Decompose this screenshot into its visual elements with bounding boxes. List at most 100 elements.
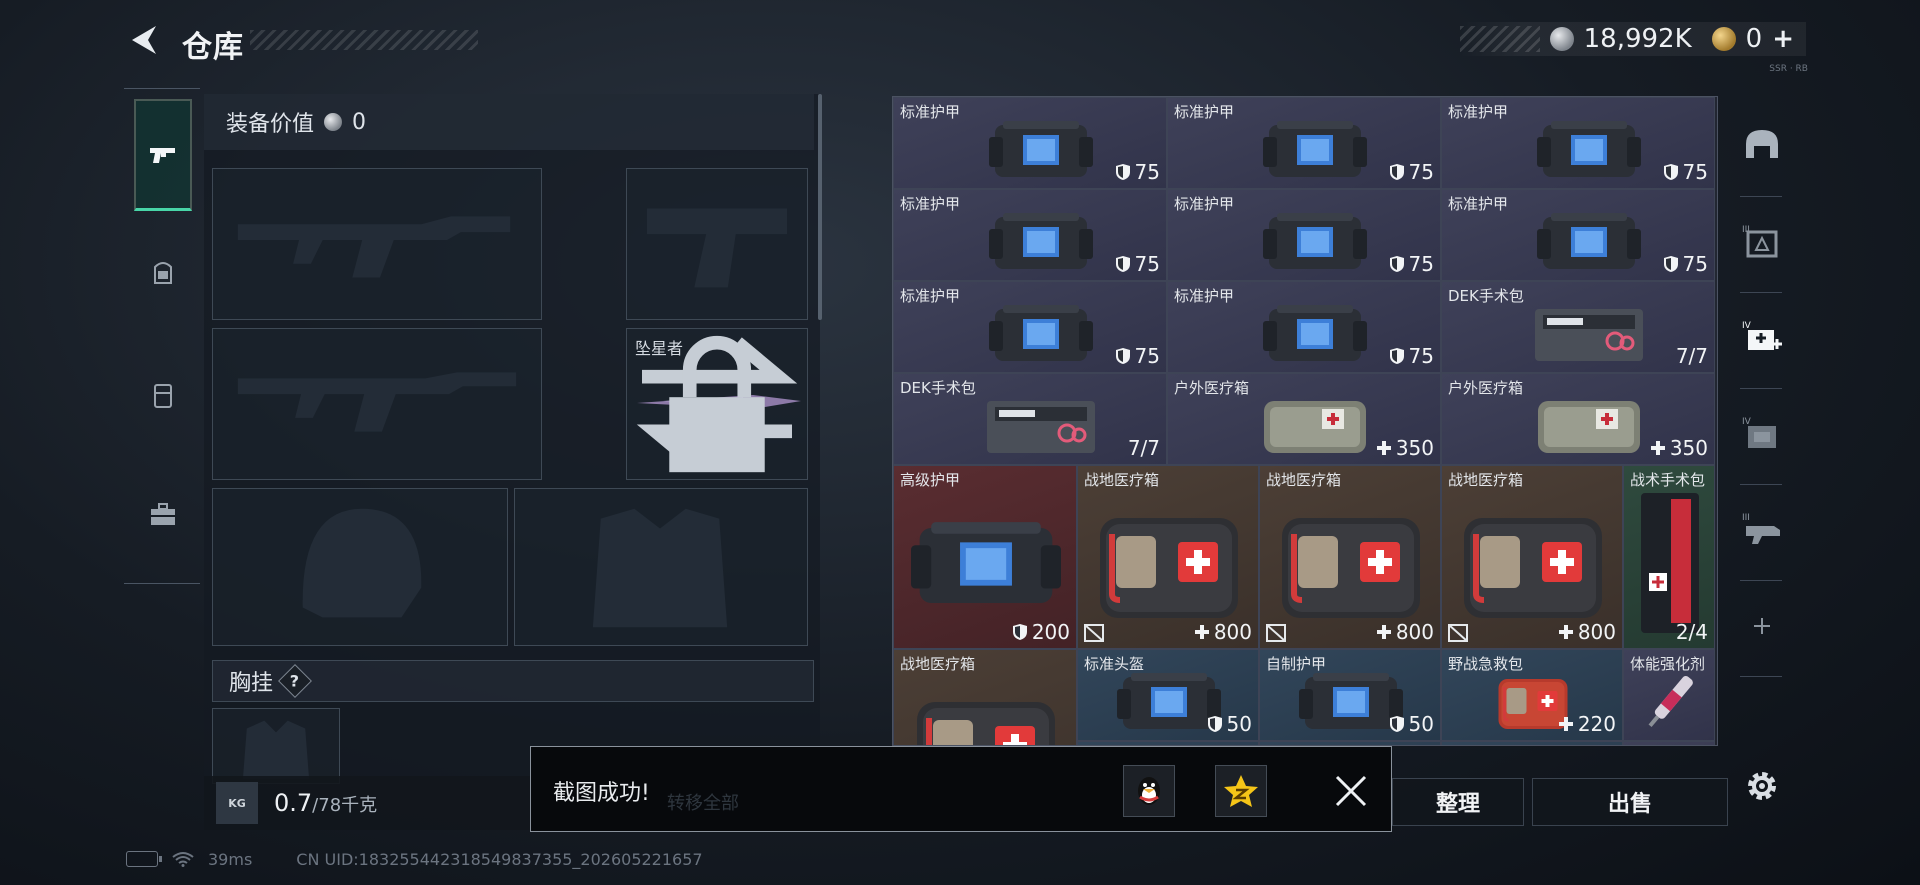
inventory-item[interactable]: 战术手术包: [1441, 741, 1623, 745]
inventory-item[interactable]: 标准护甲 75: [1167, 189, 1441, 281]
item-name: 战地医疗箱: [900, 655, 976, 673]
share-qzone-button[interactable]: [1215, 765, 1267, 817]
inventory-item[interactable]: 标准护甲 75: [893, 189, 1167, 281]
inventory-item[interactable]: 户外医疗箱 350: [1167, 373, 1441, 465]
filter-divider: [1740, 388, 1782, 389]
add-icon: [1754, 618, 1770, 634]
lock-icon: [669, 335, 765, 473]
item-value: 200: [1012, 620, 1070, 644]
item-name: 高级护甲: [900, 471, 961, 489]
sort-button[interactable]: 整理: [1392, 778, 1524, 826]
helmet-filter-icon: [1746, 130, 1778, 158]
inventory-item[interactable]: 标准护甲 75: [893, 97, 1167, 189]
inventory-item[interactable]: 高级护甲 200: [893, 465, 1077, 649]
category-tab-backpack[interactable]: [134, 339, 192, 451]
inventory-item[interactable]: 体能强化剂: [1623, 741, 1715, 745]
helmet-slot[interactable]: [212, 488, 508, 646]
filter-armor-tier3[interactable]: III: [1734, 200, 1790, 284]
item-value-text: 800: [1395, 620, 1434, 644]
filter-divider: [1740, 292, 1782, 293]
weight-value: 0.7: [274, 789, 313, 817]
category-tab-weapon[interactable]: [134, 99, 192, 211]
item-image: [1537, 115, 1641, 188]
share-qq-button[interactable]: [1123, 765, 1175, 817]
item-value-text: 2/4: [1675, 620, 1708, 644]
filter-gun-tier3[interactable]: III: [1734, 488, 1790, 572]
category-tab-case[interactable]: [134, 459, 192, 571]
filter-armor-tier4-active[interactable]: IV: [1734, 296, 1790, 380]
inventory-item[interactable]: 自制护甲 50: [1259, 649, 1441, 741]
no-repair-icon: [1084, 624, 1104, 642]
chest-rig-slot[interactable]: [212, 708, 340, 784]
settings-gear-icon[interactable]: [1742, 766, 1782, 806]
inventory-item[interactable]: 标准头盔 50: [1077, 649, 1259, 741]
gold-amount: 0: [1745, 24, 1763, 54]
toolbox-icon: [151, 503, 175, 525]
inventory-item[interactable]: 户外医疗箱 350: [1441, 373, 1715, 465]
close-icon[interactable]: [1329, 769, 1373, 813]
inventory-item[interactable]: 战术手术包 2/4: [1623, 465, 1715, 649]
back-arrow-icon[interactable]: [126, 22, 162, 58]
inventory-grid[interactable]: 标准护甲 75 标准护甲 75 标准护甲 75 标准护甲 75 标准护甲 75 标准护甲 75 标准护甲…: [892, 96, 1718, 746]
inventory-item[interactable]: 标准护甲 75: [1167, 281, 1441, 373]
item-value-text: 7/7: [1675, 344, 1708, 368]
silver-coin-icon: [1549, 27, 1574, 51]
inventory-item[interactable]: 野战急救包 220: [1441, 649, 1623, 741]
inventory-item[interactable]: DEK手术包 7/7: [893, 373, 1167, 465]
inventory-item[interactable]: 标准护甲 75: [1167, 97, 1441, 189]
equipment-scrollbar[interactable]: [818, 94, 822, 320]
item-name: 标准护甲: [1174, 287, 1235, 305]
inventory-item[interactable]: 战地医疗箱: [893, 649, 1077, 745]
filter-divider: [1740, 484, 1782, 485]
currency-decoration: [1459, 26, 1540, 52]
item-image: [989, 207, 1093, 280]
item-image: [1263, 299, 1367, 372]
corner-tag: SSR · RB: [1769, 64, 1808, 74]
shield-icon: [1115, 348, 1130, 364]
item-value-text: 75: [1408, 252, 1434, 276]
armor-slot[interactable]: [514, 488, 808, 646]
vest-silhouette-icon: [592, 508, 728, 628]
inventory-item[interactable]: 战地医疗箱 800: [1441, 465, 1623, 649]
filter-bag-tier4[interactable]: IV: [1734, 392, 1790, 476]
melee-slot[interactable]: 坠星者: [626, 328, 808, 480]
item-value-text: 75: [1682, 160, 1708, 184]
primary-weapon-slot[interactable]: [212, 168, 542, 320]
item-value-text: 200: [1031, 620, 1070, 644]
inventory-item[interactable]: 标准护甲 75: [893, 281, 1167, 373]
inventory-item[interactable]: 战地医疗箱 800: [1077, 465, 1259, 649]
gold-add-button[interactable]: +: [1772, 24, 1794, 54]
item-value: 350: [1376, 436, 1434, 460]
item-value-text: 800: [1213, 620, 1252, 644]
inventory-item[interactable]: 体能强化剂: [1623, 649, 1715, 741]
sell-button[interactable]: 出售: [1532, 778, 1728, 826]
item-value: 2/4: [1676, 620, 1708, 644]
shield-icon: [1663, 164, 1678, 180]
item-image: [1276, 504, 1426, 628]
filter-add[interactable]: [1734, 584, 1790, 668]
chest-rig-label: 胸挂: [229, 671, 274, 696]
equipment-panel: 装备价值 0 坠星者 胸挂 ?: [204, 94, 822, 830]
gun-tier3-icon: III: [1742, 513, 1780, 544]
inventory-item[interactable]: DEK手术包 7/7: [1441, 281, 1715, 373]
shield-icon: [1389, 164, 1404, 180]
item-image: [1534, 395, 1644, 461]
no-repair-icon: [1448, 624, 1468, 642]
item-value-text: 350: [1395, 436, 1434, 460]
inventory-item[interactable]: 战地医疗箱 800: [1259, 465, 1441, 649]
item-name: DEK手术包: [900, 379, 976, 397]
item-value-text: 75: [1134, 344, 1160, 368]
item-name: DEK手术包: [1448, 287, 1524, 305]
equipment-value-label: 装备价值: [226, 112, 315, 137]
rifle-silhouette-icon: [237, 216, 511, 278]
category-tab-helmet[interactable]: [134, 217, 192, 329]
item-name: 战地医疗箱: [1266, 471, 1342, 489]
inventory-item[interactable]: 标准护甲 75: [1441, 97, 1715, 189]
heal-plus-icon: [1194, 625, 1209, 639]
status-bar: 39ms CN UID:183255442318549837355_202605…: [126, 846, 703, 872]
filter-helmet[interactable]: [1734, 104, 1790, 188]
inventory-item[interactable]: 标准护甲 75: [1441, 189, 1715, 281]
help-button[interactable]: ?: [278, 664, 312, 698]
sidearm-slot[interactable]: [626, 168, 808, 320]
secondary-weapon-slot[interactable]: [212, 328, 542, 480]
